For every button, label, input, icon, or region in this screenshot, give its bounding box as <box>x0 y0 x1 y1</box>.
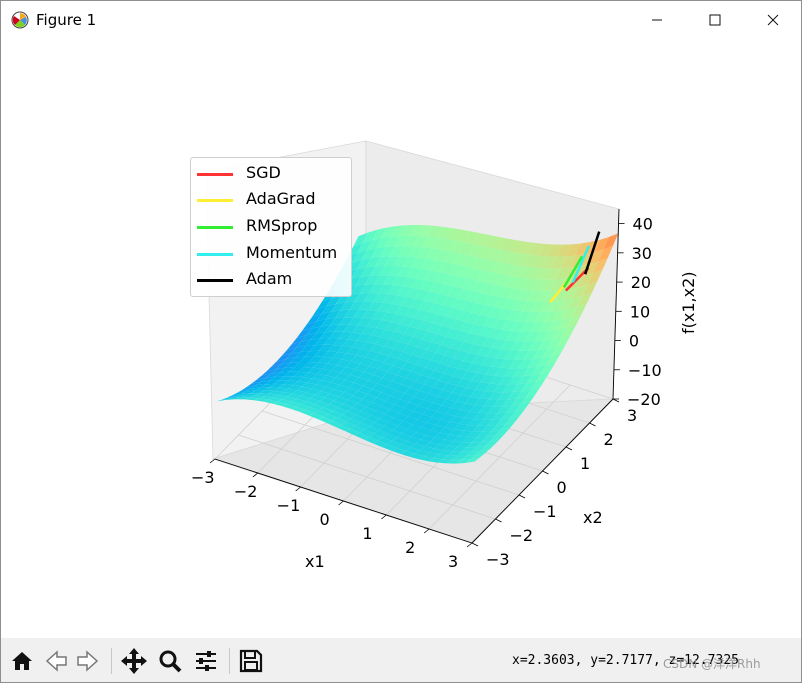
legend: SGD AdaGrad RMSprop Momentum Adam <box>190 157 352 297</box>
toolbar-separator <box>111 648 112 674</box>
watermark: CSDN @洋洋Rhh <box>663 657 761 671</box>
y-tick-mark <box>542 470 549 475</box>
z-axis-label: f(x1,x2) <box>679 272 698 335</box>
configure-subplots-button[interactable] <box>191 646 221 676</box>
close-button[interactable] <box>744 1 802 39</box>
legend-item-sgd: SGD <box>191 160 351 186</box>
x-tick-label: −1 <box>277 496 301 515</box>
x-tick-mark <box>338 500 344 506</box>
back-icon <box>45 650 67 672</box>
x-tick-mark <box>466 542 473 548</box>
z-tick-label: −20 <box>627 390 661 409</box>
x-tick-mark <box>209 458 216 464</box>
legend-label: SGD <box>246 163 281 182</box>
y-tick-mark <box>612 398 620 403</box>
minimize-icon <box>652 19 662 21</box>
maximize-button[interactable] <box>686 1 744 39</box>
y-tick-mark <box>565 446 573 451</box>
plot-3d[interactable]: −3−2−10123 −3−2−10123−20−10010203040 x1 x… <box>1 39 801 638</box>
y-tick-label: −2 <box>510 526 534 545</box>
x-tick-label: 3 <box>448 552 458 571</box>
forward-icon <box>77 650 99 672</box>
pan-button[interactable] <box>119 646 149 676</box>
close-icon <box>767 14 779 26</box>
configure-subplots-icon <box>196 651 216 671</box>
y-tick-mark <box>471 542 479 547</box>
x-tick-mark <box>381 514 387 520</box>
z-tick-label: 10 <box>630 302 650 321</box>
pan-icon <box>121 648 147 674</box>
legend-swatch <box>197 173 233 176</box>
x-tick-label: 1 <box>362 524 372 543</box>
legend-swatch <box>197 226 233 229</box>
navigation-toolbar: x=2.3603, y=2.7177, z=12.7325 CSDN @洋洋Rh… <box>1 638 801 682</box>
x-tick-label: −3 <box>191 468 215 487</box>
figure-canvas[interactable]: −3 −2 −1 0 1 2 3 −3 −2 −1 0 1 2 3 −20 −10 0 10 20 30 40 x1 x… <box>1 39 801 638</box>
legend-swatch <box>197 199 233 202</box>
maximize-icon <box>709 14 721 26</box>
window-title: Figure 1 <box>36 11 97 29</box>
legend-swatch <box>197 253 233 256</box>
save-icon <box>239 649 263 673</box>
y-axis-label: x2 <box>583 508 603 527</box>
y-tick-label: 2 <box>604 430 614 449</box>
x-tick-label: −2 <box>234 482 258 501</box>
x-axis-label: x1 <box>305 552 325 571</box>
toolbar-separator <box>229 648 230 674</box>
y-tick-mark <box>589 422 596 427</box>
back-button[interactable] <box>41 646 71 676</box>
zoom-button[interactable] <box>155 646 185 676</box>
z-tick-label: −10 <box>628 361 662 380</box>
x-tick-mark <box>423 528 430 534</box>
y-tick-label: 0 <box>557 478 567 497</box>
figure-window: Figure 1 −3 −2 −1 0 1 2 3 −3 −2 −1 0 1 2 3 −20 −10 0 10 20… <box>0 0 802 683</box>
y-tick-label: −3 <box>486 550 510 569</box>
x-tick-label: 0 <box>320 510 330 529</box>
home-button[interactable] <box>7 646 37 676</box>
y-tick-label: −1 <box>533 502 557 521</box>
zoom-icon <box>159 650 182 673</box>
x-tick-mark <box>295 486 301 492</box>
legend-label: AdaGrad <box>246 189 316 208</box>
forward-button[interactable] <box>73 646 103 676</box>
z-tick-label: 0 <box>629 332 639 351</box>
z-tick-label: 40 <box>633 215 653 234</box>
y-tick-mark <box>518 494 526 499</box>
legend-item-rmsprop: RMSprop <box>191 213 351 239</box>
home-icon <box>12 652 32 670</box>
matplotlib-app-icon <box>11 11 29 29</box>
y-tick-mark <box>495 518 502 523</box>
title-bar[interactable]: Figure 1 <box>1 1 801 39</box>
legend-swatch <box>197 279 233 282</box>
legend-item-adagrad: AdaGrad <box>191 186 351 212</box>
save-button[interactable] <box>236 646 266 676</box>
legend-label: Adam <box>246 269 293 288</box>
x-tick-label: 2 <box>405 538 415 557</box>
legend-label: Momentum <box>246 243 338 262</box>
legend-label: RMSprop <box>246 216 318 235</box>
minimize-button[interactable] <box>628 1 686 39</box>
z-tick-label: 30 <box>632 244 652 263</box>
z-tick-label: 20 <box>631 273 651 292</box>
y-tick-label: 1 <box>580 454 590 473</box>
x-tick-mark <box>252 472 259 478</box>
legend-item-momentum: Momentum <box>191 240 351 266</box>
legend-item-adam: Adam <box>191 266 351 292</box>
